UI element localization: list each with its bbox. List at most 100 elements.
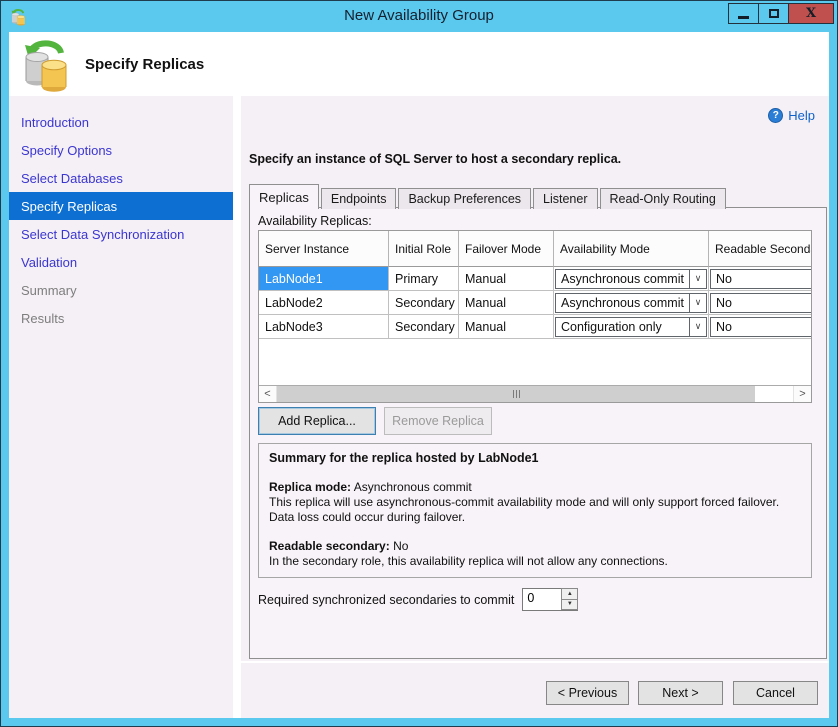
sidebar-item-results: Results [9, 304, 233, 332]
readable-secondary-label: Readable secondary: [269, 539, 390, 553]
previous-button[interactable]: < Previous [546, 681, 629, 705]
scroll-right-button[interactable]: > [794, 386, 811, 402]
replica-mode-value: Asynchronous commit [354, 480, 472, 494]
close-icon: X [806, 6, 816, 21]
sidebar-item-validation[interactable]: Validation [9, 248, 233, 276]
dialog-window: New Availability Group X Specify Replica… [0, 0, 838, 727]
stepper-down-button[interactable]: ▼ [561, 599, 578, 611]
replicas-tab-panel: Availability Replicas: Server Instance I… [249, 207, 827, 659]
wizard-content: ? Help Specify an instance of SQL Server… [241, 96, 829, 718]
grid-cell-readable-secondary: No ∨ [709, 267, 812, 291]
grid-cell-failover-mode[interactable]: Manual [459, 315, 554, 339]
tab-endpoints[interactable]: Endpoints [321, 188, 397, 209]
summary-title: Summary for the replica hosted by LabNod… [269, 451, 801, 466]
chevron-down-icon[interactable]: ∨ [689, 318, 706, 336]
replica-mode-label: Replica mode: [269, 480, 351, 494]
instruction-text: Specify an instance of SQL Server to hos… [249, 152, 621, 166]
replica-sync-icon [23, 37, 73, 93]
tab-replicas[interactable]: Replicas [249, 184, 319, 209]
grid-cell-server-instance[interactable]: LabNode2 [259, 291, 389, 315]
scrollbar-grip-icon [513, 390, 514, 398]
grid-cell-server-instance[interactable]: LabNode1 [259, 267, 389, 291]
grid-cell-readable-secondary: No ∨ [709, 315, 812, 339]
grid-cell-initial-role[interactable]: Secondary [389, 291, 459, 315]
sidebar-item-specify-replicas[interactable]: Specify Replicas [9, 192, 233, 220]
help-icon: ? [768, 108, 783, 123]
commit-secondaries-row: Required synchronized secondaries to com… [258, 588, 578, 611]
title-bar[interactable]: New Availability Group X [1, 1, 837, 32]
availability-replicas-label: Availability Replicas: [258, 214, 372, 228]
replica-summary-box: Summary for the replica hosted by LabNod… [258, 443, 812, 578]
sidebar-divider [233, 96, 241, 718]
grid-cell-failover-mode[interactable]: Manual [459, 267, 554, 291]
column-header-failover-mode[interactable]: Failover Mode [459, 231, 554, 267]
dropdown-value: Asynchronous commit [556, 270, 689, 288]
minimize-icon [738, 16, 749, 19]
footer-divider [241, 661, 829, 663]
close-button[interactable]: X [788, 3, 834, 24]
window-controls: X [729, 3, 834, 24]
window-title: New Availability Group [1, 7, 837, 24]
next-button[interactable]: Next > [638, 681, 723, 705]
add-replica-button[interactable]: Add Replica... [258, 407, 376, 435]
grid-cell-failover-mode[interactable]: Manual [459, 291, 554, 315]
scrollbar-thumb[interactable] [277, 386, 755, 402]
cancel-button[interactable]: Cancel [733, 681, 818, 705]
chevron-down-icon[interactable]: ∨ [689, 270, 706, 288]
sidebar-item-specify-options[interactable]: Specify Options [9, 136, 233, 164]
availability-replicas-grid: Server Instance Initial Role Failover Mo… [258, 230, 812, 403]
column-header-readable-secondary[interactable]: Readable Secondary [709, 231, 812, 267]
grid-empty-area [259, 339, 811, 385]
wizard-steps-sidebar: Introduction Specify Options Select Data… [9, 96, 233, 718]
tab-listener[interactable]: Listener [533, 188, 597, 209]
horizontal-scrollbar: < > [259, 385, 811, 402]
scrollbar-grip-icon [519, 390, 520, 398]
sidebar-item-summary: Summary [9, 276, 233, 304]
commit-secondaries-stepper[interactable]: 0 ▲ ▼ [522, 588, 578, 611]
dropdown-value: No [711, 294, 812, 312]
tab-strip: Replicas Endpoints Backup Preferences Li… [249, 184, 728, 209]
remove-replica-button: Remove Replica [384, 407, 492, 435]
column-header-availability-mode[interactable]: Availability Mode [554, 231, 709, 267]
dropdown-value: Asynchronous commit [556, 294, 689, 312]
stepper-value[interactable]: 0 [523, 589, 561, 610]
grid-cell-readable-secondary: No ∨ [709, 291, 812, 315]
wizard-header: Specify Replicas [9, 32, 829, 96]
grid-cell-initial-role[interactable]: Primary [389, 267, 459, 291]
grid-cell-availability-mode: Asynchronous commit ∨ [554, 291, 709, 315]
scroll-left-button[interactable]: < [259, 386, 276, 402]
column-header-initial-role[interactable]: Initial Role [389, 231, 459, 267]
availability-mode-dropdown[interactable]: Asynchronous commit ∨ [555, 293, 707, 313]
readable-secondary-dropdown[interactable]: No ∨ [710, 293, 812, 313]
replica-mode-description: This replica will use asynchronous-commi… [269, 495, 801, 525]
scrollbar-track[interactable] [276, 386, 794, 402]
minimize-button[interactable] [728, 3, 759, 24]
availability-mode-dropdown[interactable]: Configuration only ∨ [555, 317, 707, 337]
dialog-body: Specify Replicas Introduction Specify Op… [9, 32, 829, 718]
summary-readable-secondary: Readable secondary: No In the secondary … [269, 539, 801, 569]
maximize-button[interactable] [758, 3, 789, 24]
tab-backup-preferences[interactable]: Backup Preferences [398, 188, 531, 209]
grid-cell-server-instance[interactable]: LabNode3 [259, 315, 389, 339]
sidebar-item-select-data-synchronization[interactable]: Select Data Synchronization [9, 220, 233, 248]
sidebar-item-introduction[interactable]: Introduction [9, 108, 233, 136]
grid-cell-availability-mode: Asynchronous commit ∨ [554, 267, 709, 291]
page-title: Specify Replicas [85, 56, 204, 73]
summary-replica-mode: Replica mode: Asynchronous commit This r… [269, 480, 801, 525]
grid-cell-initial-role[interactable]: Secondary [389, 315, 459, 339]
maximize-icon [769, 9, 779, 18]
grid-cell-availability-mode: Configuration only ∨ [554, 315, 709, 339]
dropdown-value: No [711, 318, 812, 336]
readable-secondary-description: In the secondary role, this availability… [269, 554, 801, 569]
chevron-down-icon[interactable]: ∨ [689, 294, 706, 312]
readable-secondary-dropdown[interactable]: No ∨ [710, 317, 812, 337]
tab-read-only-routing[interactable]: Read-Only Routing [600, 188, 726, 209]
availability-mode-dropdown[interactable]: Asynchronous commit ∨ [555, 269, 707, 289]
column-header-server-instance[interactable]: Server Instance [259, 231, 389, 267]
help-link[interactable]: ? Help [768, 108, 815, 123]
sidebar-item-select-databases[interactable]: Select Databases [9, 164, 233, 192]
readable-secondary-value: No [393, 539, 408, 553]
dropdown-value: Configuration only [556, 318, 689, 336]
readable-secondary-dropdown[interactable]: No ∨ [710, 269, 812, 289]
help-label: Help [788, 108, 815, 123]
